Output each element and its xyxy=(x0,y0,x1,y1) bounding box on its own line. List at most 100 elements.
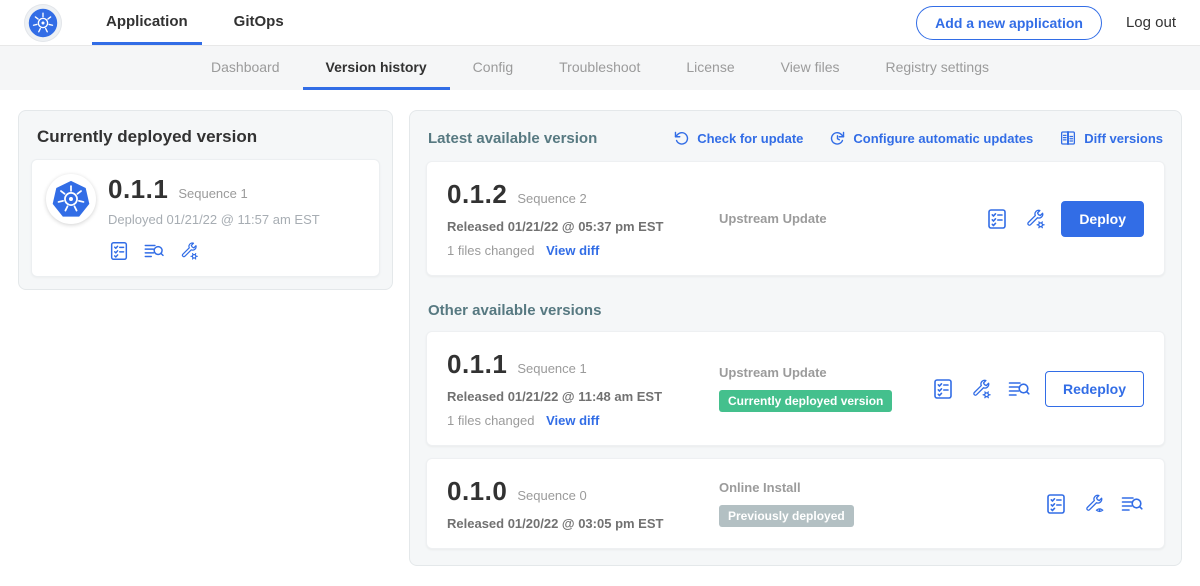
deployed-sequence: Sequence 1 xyxy=(178,186,247,201)
subtab-view-files-label: View files xyxy=(781,59,840,75)
subtab-troubleshoot-label: Troubleshoot xyxy=(559,59,640,75)
released-timestamp: Released 01/21/22 @ 11:48 am EST xyxy=(447,389,699,404)
currently-deployed-card: Currently deployed version xyxy=(18,110,393,290)
logout-button[interactable]: Log out xyxy=(1126,14,1176,31)
latest-available-title: Latest available version xyxy=(428,130,597,147)
version-source-column: Upstream Update Currently deployed versi… xyxy=(699,365,931,412)
subtab-license[interactable]: License xyxy=(663,46,757,90)
subtab-config-label: Config xyxy=(473,59,513,75)
files-changed-line: 1 files changed View diff xyxy=(447,243,699,258)
preflight-checks-icon[interactable] xyxy=(1044,492,1068,516)
top-actions: Add a new application Log out xyxy=(916,0,1176,45)
deployed-timestamp: Deployed 01/21/22 @ 11:57 am EST xyxy=(108,212,320,227)
configure-automatic-updates-label: Configure automatic updates xyxy=(853,131,1033,146)
other-versions-title: Other available versions xyxy=(428,302,1163,319)
view-diff-link[interactable]: View diff xyxy=(546,243,599,258)
tab-application-label: Application xyxy=(106,13,188,30)
version-history-page: { "colors": { "accent": "#326de6", "head… xyxy=(0,0,1200,564)
auto-update-icon xyxy=(829,130,846,147)
deployed-version-card: 0.1.1 Sequence 1 Deployed 01/21/22 @ 11:… xyxy=(31,159,380,277)
version-number: 0.1.1 xyxy=(447,349,507,380)
subtab-troubleshoot[interactable]: Troubleshoot xyxy=(536,46,663,90)
version-number: 0.1.0 xyxy=(447,476,507,507)
currently-deployed-badge: Currently deployed version xyxy=(719,390,892,412)
version-info-column: 0.1.2 Sequence 2 Released 01/21/22 @ 05:… xyxy=(447,179,699,258)
preflight-checks-icon[interactable] xyxy=(985,207,1009,231)
deploy-logs-icon[interactable] xyxy=(1120,492,1144,516)
main-content: Currently deployed version xyxy=(0,90,1200,586)
released-timestamp: Released 01/20/22 @ 03:05 pm EST xyxy=(447,516,699,531)
app-logo xyxy=(46,174,96,224)
kubernetes-logo-icon xyxy=(27,7,59,39)
view-diff-link[interactable]: View diff xyxy=(546,413,599,428)
edit-config-icon[interactable] xyxy=(178,240,200,262)
deploy-logs-icon[interactable] xyxy=(1007,377,1031,401)
version-sequence: Sequence 1 xyxy=(517,361,586,376)
version-line: 0.1.2 Sequence 2 xyxy=(447,179,699,210)
deployed-version-info: 0.1.1 Sequence 1 Deployed 01/21/22 @ 11:… xyxy=(108,174,320,262)
available-versions-panel: Latest available version Check for updat… xyxy=(409,110,1182,566)
deploy-logs-icon[interactable] xyxy=(142,240,166,262)
version-source: Upstream Update xyxy=(719,365,931,380)
released-timestamp: Released 01/21/22 @ 05:37 pm EST xyxy=(447,219,699,234)
deploy-button[interactable]: Deploy xyxy=(1061,201,1144,237)
check-for-update-link[interactable]: Check for update xyxy=(673,130,803,147)
edit-config-icon[interactable] xyxy=(969,377,993,401)
diff-versions-label: Diff versions xyxy=(1084,131,1163,146)
version-sequence: Sequence 0 xyxy=(517,488,586,503)
subtab-dashboard-label: Dashboard xyxy=(211,59,280,75)
version-actions-column: Redeploy xyxy=(931,371,1144,407)
app-subnav: Dashboard Version history Config Trouble… xyxy=(0,46,1200,90)
files-changed-count: 1 files changed xyxy=(447,413,534,428)
kubernetes-logo xyxy=(24,4,62,42)
version-sequence: Sequence 2 xyxy=(517,191,586,206)
files-changed-count: 1 files changed xyxy=(447,243,534,258)
files-changed-line: 1 files changed View diff xyxy=(447,413,699,428)
version-number: 0.1.2 xyxy=(447,179,507,210)
version-row-0-1-2: 0.1.2 Sequence 2 Released 01/21/22 @ 05:… xyxy=(426,161,1165,276)
diff-icon xyxy=(1059,129,1077,147)
preflight-checks-icon[interactable] xyxy=(931,377,955,401)
add-application-button[interactable]: Add a new application xyxy=(916,6,1102,40)
redeploy-button[interactable]: Redeploy xyxy=(1045,371,1144,407)
configure-automatic-updates-link[interactable]: Configure automatic updates xyxy=(829,130,1033,147)
subtab-license-label: License xyxy=(686,59,734,75)
view-config-icon[interactable] xyxy=(1082,492,1106,516)
version-info-column: 0.1.1 Sequence 1 Released 01/21/22 @ 11:… xyxy=(447,349,699,428)
version-row-0-1-0: 0.1.0 Sequence 0 Released 01/20/22 @ 03:… xyxy=(426,458,1165,549)
version-actions-column xyxy=(1044,492,1144,516)
edit-config-icon[interactable] xyxy=(1023,207,1047,231)
subtab-version-history[interactable]: Version history xyxy=(303,46,450,90)
tab-gitops-label: GitOps xyxy=(234,13,284,30)
subtab-config[interactable]: Config xyxy=(450,46,536,90)
deployed-icon-row xyxy=(108,240,320,262)
version-source: Online Install xyxy=(719,480,1044,495)
version-source: Upstream Update xyxy=(719,211,985,226)
panel-actions: Check for update Configure automatic upd… xyxy=(673,129,1163,147)
check-for-update-label: Check for update xyxy=(697,131,803,146)
version-actions-column: Deploy xyxy=(985,201,1144,237)
version-source-column: Upstream Update xyxy=(699,211,985,226)
diff-versions-link[interactable]: Diff versions xyxy=(1059,129,1163,147)
top-bar-spacer xyxy=(316,0,916,45)
subtab-dashboard[interactable]: Dashboard xyxy=(188,46,303,90)
deployed-version-line: 0.1.1 Sequence 1 xyxy=(108,174,320,205)
preflight-checks-icon[interactable] xyxy=(108,240,130,262)
version-row-0-1-1: 0.1.1 Sequence 1 Released 01/21/22 @ 11:… xyxy=(426,331,1165,446)
version-source-column: Online Install Previously deployed xyxy=(699,480,1044,527)
subtab-version-history-label: Version history xyxy=(326,59,427,75)
panel-header: Latest available version Check for updat… xyxy=(428,129,1163,147)
version-line: 0.1.1 Sequence 1 xyxy=(447,349,699,380)
kubernetes-app-icon xyxy=(50,178,92,220)
refresh-icon xyxy=(673,130,690,147)
version-line: 0.1.0 Sequence 0 xyxy=(447,476,699,507)
subtab-view-files[interactable]: View files xyxy=(758,46,863,90)
tab-gitops[interactable]: GitOps xyxy=(220,0,298,45)
deployed-version-number: 0.1.1 xyxy=(108,174,168,205)
subtab-registry-settings-label: Registry settings xyxy=(886,59,989,75)
currently-deployed-title: Currently deployed version xyxy=(37,127,380,147)
subtab-registry-settings[interactable]: Registry settings xyxy=(863,46,1012,90)
previously-deployed-badge: Previously deployed xyxy=(719,505,854,527)
top-bar: Application GitOps Add a new application… xyxy=(0,0,1200,46)
tab-application[interactable]: Application xyxy=(92,0,202,45)
